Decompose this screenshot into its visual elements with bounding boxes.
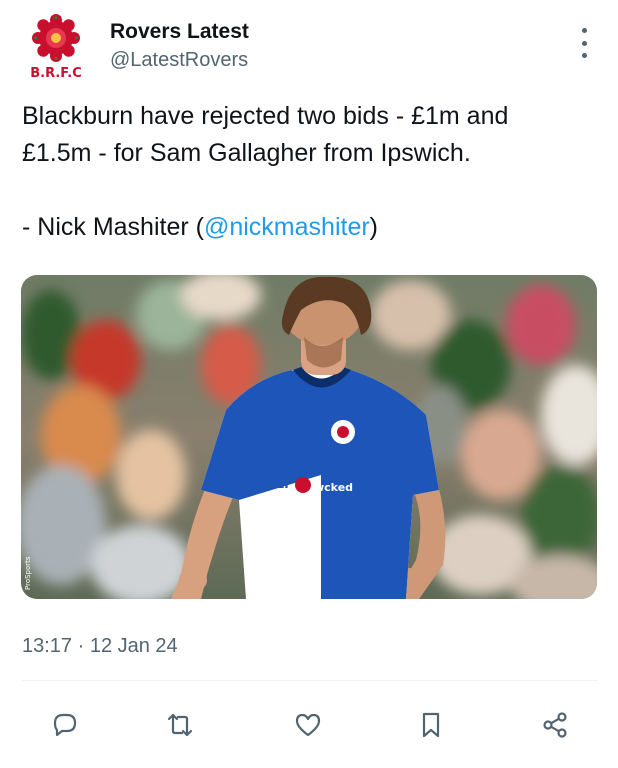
bookmark-icon [422, 712, 440, 738]
repost-icon [167, 713, 193, 737]
share-icon [543, 712, 567, 738]
red-rose-logo-icon [32, 14, 80, 62]
photo-credit: ProSports [24, 556, 32, 590]
like-icon [295, 713, 321, 737]
credit-prefix: - Nick Mashiter ( [22, 213, 204, 241]
tweet-line-2: £1.5m - for Sam Gallagher from Ipswich. [22, 139, 471, 167]
avatar-club-initials: B.R.F.C [30, 66, 82, 81]
tweet-body: Blackburn have rejected two bids - £1m a… [22, 98, 602, 246]
user-handle[interactable]: @LatestRovers [110, 49, 248, 72]
share-button[interactable] [530, 700, 580, 750]
sponsor-text-left: VALLY [251, 477, 291, 491]
tweet-line-1: Blackburn have rejected two bids - £1m a… [22, 102, 509, 130]
display-name[interactable]: Rovers Latest [110, 20, 249, 44]
sponsor-text-right: wcked [314, 481, 353, 494]
bookmark-button[interactable] [406, 700, 456, 750]
credit-suffix: ) [369, 213, 378, 241]
like-button[interactable] [283, 700, 333, 750]
mention-link[interactable]: @nickmashiter [204, 213, 370, 241]
more-options-icon[interactable] [574, 28, 594, 58]
avatar[interactable]: B.R.F.C [24, 14, 88, 84]
tweet-header: B.R.F.C Rovers Latest @LatestRovers [0, 0, 618, 90]
player-photo: VALLY wcked ProSports [21, 275, 597, 599]
tweet-photo[interactable]: VALLY wcked ProSports [21, 275, 597, 599]
reply-icon [53, 713, 77, 737]
repost-button[interactable] [155, 700, 205, 750]
tweet-timestamp[interactable]: 13:17 · 12 Jan 24 [22, 635, 178, 658]
action-bar [0, 700, 618, 750]
reply-button[interactable] [40, 700, 90, 750]
divider [22, 680, 598, 681]
